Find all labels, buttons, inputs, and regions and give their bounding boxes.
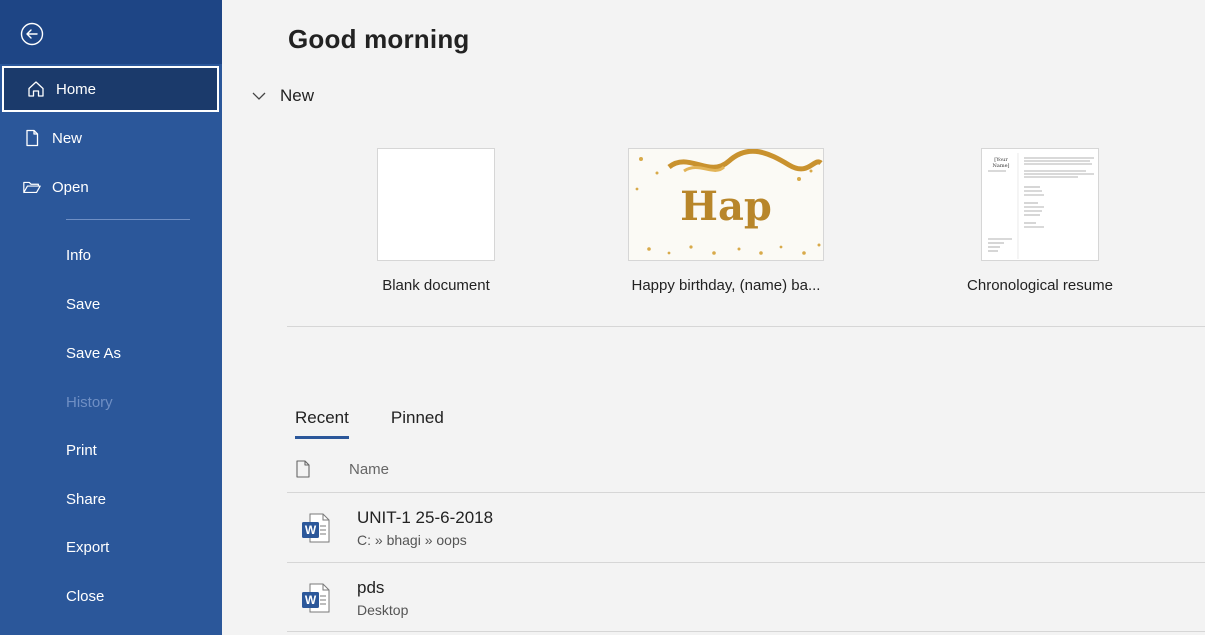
sidebar-item-label: Info	[66, 246, 92, 264]
file-name: UNIT-1 25-6-2018	[357, 508, 494, 527]
recent-pinned-tabs: Recent Pinned	[295, 408, 486, 439]
sidebar-item-label: Open	[52, 178, 89, 196]
template-thumbnail: [Your Name]	[981, 148, 1099, 261]
template-happy-birthday[interactable]: Hap Happy birthday, (name) ba...	[608, 148, 844, 294]
sidebar-item-label: Share	[66, 490, 107, 508]
template-thumbnail	[377, 148, 495, 261]
sidebar-divider	[66, 219, 190, 220]
template-chronological-resume[interactable]: [Your Name] Chronological resume	[940, 148, 1140, 294]
main-content: Good morning New Blank document Hap Happ…	[222, 0, 1205, 635]
resume-lines-graphic	[988, 153, 1094, 259]
name-column-header[interactable]: Name	[349, 461, 389, 478]
new-section-toggle[interactable]: New	[252, 86, 314, 106]
sidebar-item-home[interactable]: Home	[2, 66, 219, 112]
section-divider	[287, 326, 1205, 327]
file-type-icon	[296, 460, 310, 478]
sidebar-item-label: Home	[56, 80, 97, 98]
sidebar-item-export[interactable]: Export	[0, 524, 222, 570]
word-icon-letter: W	[304, 523, 317, 537]
file-name: pds	[357, 578, 385, 597]
word-document-icon: W	[301, 582, 331, 614]
recent-file-row[interactable]: W UNIT-1 25-6-2018 C: » bhagi » oops	[287, 493, 1205, 563]
template-blank-document[interactable]: Blank document	[327, 148, 545, 294]
sidebar-item-new[interactable]: New	[0, 115, 222, 161]
sidebar-item-label: History	[66, 393, 113, 411]
sidebar-item-open[interactable]: Open	[0, 164, 222, 210]
new-section-title: New	[280, 86, 315, 105]
tab-pinned[interactable]: Pinned	[391, 408, 444, 439]
sidebar-item-share[interactable]: Share	[0, 476, 222, 522]
backstage-sidebar: Home New Open Info Save Save As History …	[0, 0, 222, 635]
sidebar-item-save-as[interactable]: Save As	[0, 330, 222, 376]
file-list-header: Name	[295, 460, 389, 478]
word-icon-letter: W	[304, 593, 317, 607]
sidebar-item-save[interactable]: Save	[0, 281, 222, 327]
sidebar-item-label: Print	[66, 441, 97, 459]
word-document-icon: W	[301, 512, 331, 544]
file-path: Desktop	[357, 602, 409, 618]
chevron-down-icon	[252, 92, 266, 100]
open-folder-icon	[22, 177, 42, 197]
sidebar-item-history: History	[0, 379, 222, 425]
sidebar-item-label: New	[52, 129, 83, 147]
sidebar-item-label: Close	[66, 587, 105, 605]
recent-file-row[interactable]: W pds Desktop	[287, 563, 1205, 633]
sidebar-item-label: Save	[66, 295, 101, 313]
home-icon	[26, 79, 46, 99]
sidebar-item-info[interactable]: Info	[0, 232, 222, 278]
template-thumbnail: Hap	[628, 148, 824, 261]
template-label: Happy birthday, (name) ba...	[631, 277, 821, 294]
tab-recent[interactable]: Recent	[295, 408, 349, 439]
template-label: Blank document	[382, 277, 490, 294]
template-thumb-text: Hap	[680, 183, 772, 230]
template-label: Chronological resume	[967, 277, 1113, 294]
sidebar-item-print[interactable]: Print	[0, 427, 222, 473]
sidebar-item-close[interactable]: Close	[0, 573, 222, 619]
back-arrow-circle-icon	[20, 22, 44, 46]
greeting-title: Good morning	[288, 24, 470, 54]
new-document-icon	[22, 128, 42, 148]
back-button[interactable]	[0, 0, 222, 64]
file-path: C: » bhagi » oops	[357, 532, 467, 548]
sidebar-item-label: Export	[66, 538, 110, 556]
sidebar-item-label: Save As	[66, 344, 122, 362]
list-divider	[287, 631, 1205, 632]
